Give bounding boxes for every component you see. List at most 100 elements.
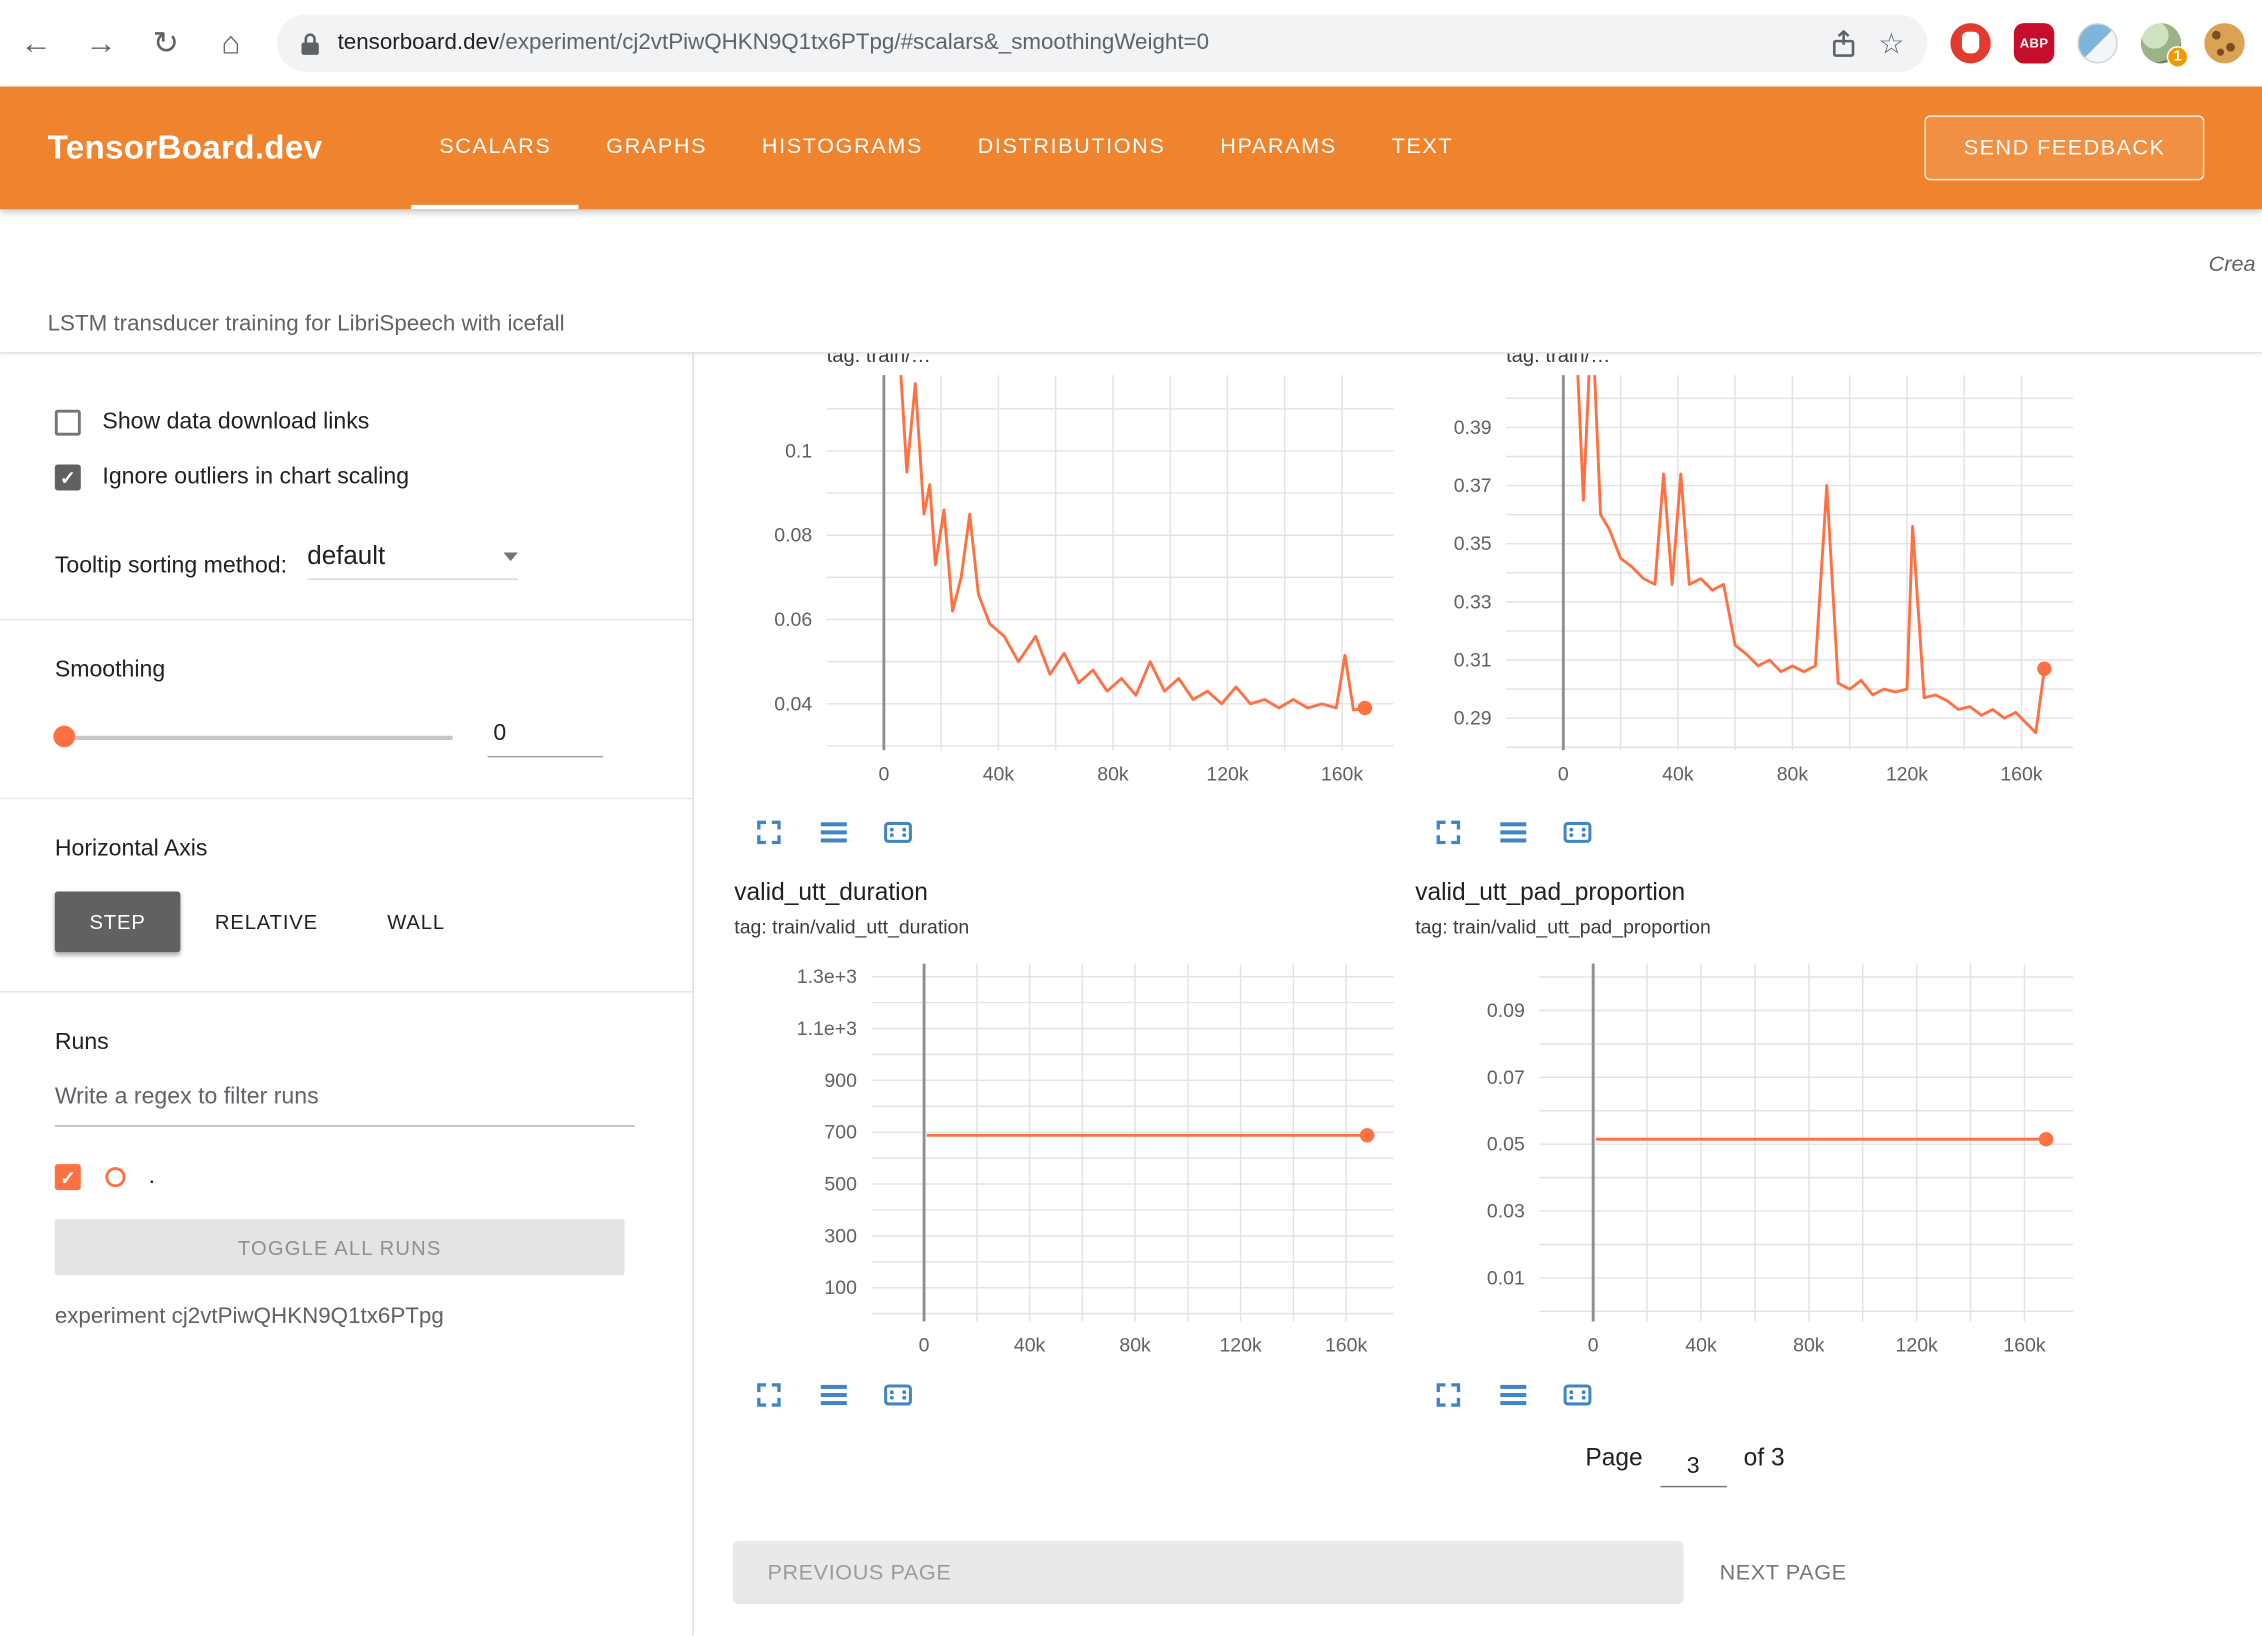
smoothing-label: Smoothing (55, 658, 635, 684)
svg-text:0.31: 0.31 (1454, 650, 1492, 672)
tab-distributions[interactable]: DISTRIBUTIONS (950, 87, 1193, 210)
app-logo[interactable]: TensorBoard.dev (48, 128, 323, 167)
fit-domain-icon[interactable] (1562, 817, 1592, 847)
run-lines-icon[interactable] (1497, 817, 1527, 847)
scalar-chart[interactable]: 1003005007009001.1e+31.3e+3040k80k120k16… (770, 964, 1408, 1365)
fit-domain-icon[interactable] (883, 1379, 913, 1409)
expand-chart-icon[interactable] (1433, 1379, 1463, 1409)
previous-page-button[interactable]: PREVIOUS PAGE (733, 1541, 1684, 1604)
checkbox-unchecked-icon[interactable] (55, 410, 81, 436)
smoothing-value-input[interactable] (488, 718, 603, 757)
pagination: Page of 3 (1585, 1443, 1784, 1485)
svg-text:0.03: 0.03 (1487, 1201, 1525, 1223)
chart-tag: tag: train/valid_utt_duration (734, 916, 969, 938)
expand-chart-icon[interactable] (1433, 817, 1463, 847)
svg-text:160k: 160k (2000, 763, 2042, 785)
tooltip-sorting-select[interactable]: default (307, 541, 518, 580)
smoothing-slider[interactable] (55, 735, 453, 739)
axis-step-button[interactable]: STEP (55, 892, 180, 953)
svg-text:1.3e+3: 1.3e+3 (797, 966, 857, 988)
reload-icon[interactable]: ↻ (137, 14, 195, 72)
axis-wall-button[interactable]: WALL (353, 892, 480, 953)
svg-text:120k: 120k (1206, 763, 1248, 785)
browser-toolbar: ← → ↻ ⌂ tensorboard.dev/experiment/cj2vt… (0, 0, 2262, 87)
tab-graphs[interactable]: GRAPHS (579, 87, 735, 210)
divider (0, 991, 692, 992)
forward-icon[interactable]: → (72, 14, 130, 72)
slider-thumb[interactable] (53, 726, 75, 748)
toggle-all-runs-button[interactable]: TOGGLE ALL RUNS (55, 1219, 625, 1275)
svg-text:40k: 40k (1662, 763, 1694, 785)
address-bar[interactable]: tensorboard.dev/experiment/cj2vtPiwQHKN9… (277, 14, 1927, 72)
tab-histograms[interactable]: HISTOGRAMS (734, 87, 950, 210)
smoothing-control (55, 716, 635, 759)
svg-text:0.29: 0.29 (1454, 708, 1492, 730)
svg-text:40k: 40k (983, 763, 1015, 785)
app-header: TensorBoard.dev SCALARS GRAPHS HISTOGRAM… (0, 87, 2262, 210)
page-number-input[interactable] (1660, 1445, 1726, 1487)
svg-text:1.1e+3: 1.1e+3 (797, 1018, 857, 1040)
profile-avatar[interactable]: 1 (2141, 23, 2181, 63)
ignore-outliers-label: Ignore outliers in chart scaling (102, 465, 409, 491)
fit-domain-icon[interactable] (1562, 1379, 1592, 1409)
divider (0, 619, 692, 620)
clipped-create-text: Crea (2209, 252, 2262, 277)
svg-text:0.1: 0.1 (785, 440, 812, 462)
show-download-links-row[interactable]: Show data download links (55, 405, 635, 440)
svg-text:80k: 80k (1119, 1335, 1151, 1357)
charts-area: tag: train/… tag: train/… 0.040.060.080.… (694, 353, 2262, 1635)
experiment-subheader: Crea LSTM transducer training for LibriS… (0, 209, 2262, 353)
send-feedback-button[interactable]: SEND FEEDBACK (1925, 115, 2204, 180)
svg-text:80k: 80k (1097, 763, 1129, 785)
notification-badge: 1 (2167, 46, 2189, 68)
tooltip-sorting-label: Tooltip sorting method: (55, 554, 287, 580)
run-lines-icon[interactable] (818, 1379, 848, 1409)
run-checkbox-checked-icon[interactable] (55, 1164, 81, 1190)
checkbox-checked-icon[interactable] (55, 465, 81, 491)
url-domain: tensorboard.dev (338, 30, 500, 55)
cookie-extension-icon[interactable] (2204, 23, 2244, 63)
expand-chart-icon[interactable] (753, 1379, 783, 1409)
adblocker-extension-icon[interactable] (1950, 23, 1990, 63)
scalar-chart[interactable]: 0.010.030.050.070.09040k80k120k160k (1438, 964, 2087, 1365)
clipped-chart-tag: tag: train/… (827, 353, 931, 372)
svg-text:300: 300 (824, 1225, 857, 1247)
home-icon[interactable]: ⌂ (202, 14, 260, 72)
clipped-chart-tag: tag: train/… (1506, 353, 1610, 372)
svg-text:80k: 80k (1777, 763, 1809, 785)
svg-text:0.39: 0.39 (1454, 417, 1492, 439)
url-path: /experiment/cj2vtPiwQHKN9Q1tx6PTpg/#scal… (499, 30, 1209, 55)
svg-text:0: 0 (1558, 763, 1569, 785)
svg-text:0.37: 0.37 (1454, 475, 1492, 497)
scalar-chart[interactable]: 0.290.310.330.350.370.39040k80k120k160k (1405, 375, 2087, 793)
svg-text:0.09: 0.09 (1487, 1000, 1525, 1022)
scalar-chart[interactable]: 0.040.060.080.1040k80k120k160k (726, 375, 1408, 793)
share-icon[interactable] (1829, 28, 1858, 58)
tab-text[interactable]: TEXT (1364, 87, 1480, 210)
expand-chart-icon[interactable] (753, 817, 783, 847)
page-total-label: of 3 (1744, 1443, 1785, 1473)
abp-extension-icon[interactable]: ABP (2014, 23, 2054, 63)
run-lines-icon[interactable] (818, 817, 848, 847)
tab-scalars[interactable]: SCALARS (412, 87, 579, 210)
svg-text:0.05: 0.05 (1487, 1134, 1525, 1156)
fit-domain-icon[interactable] (883, 817, 913, 847)
chart-actions (753, 1379, 913, 1409)
chart-actions (1433, 1379, 1593, 1409)
axis-relative-button[interactable]: RELATIVE (180, 892, 352, 953)
svg-text:80k: 80k (1793, 1335, 1825, 1357)
next-page-button[interactable]: NEXT PAGE (1699, 1541, 1866, 1604)
page: ← → ↻ ⌂ tensorboard.dev/experiment/cj2vt… (0, 0, 2262, 1636)
tab-hparams[interactable]: HPARAMS (1193, 87, 1364, 210)
extension-icon[interactable] (2077, 23, 2117, 63)
back-icon[interactable]: ← (7, 14, 65, 72)
run-row[interactable]: . (55, 1161, 635, 1193)
svg-text:0.01: 0.01 (1487, 1267, 1525, 1289)
lock-icon (300, 31, 320, 56)
bookmark-star-icon[interactable]: ☆ (1878, 25, 1904, 61)
runs-filter-input[interactable] (55, 1079, 635, 1127)
ignore-outliers-row[interactable]: Ignore outliers in chart scaling (55, 460, 635, 495)
svg-text:40k: 40k (1014, 1335, 1046, 1357)
svg-text:120k: 120k (1896, 1335, 1938, 1357)
run-lines-icon[interactable] (1497, 1379, 1527, 1409)
